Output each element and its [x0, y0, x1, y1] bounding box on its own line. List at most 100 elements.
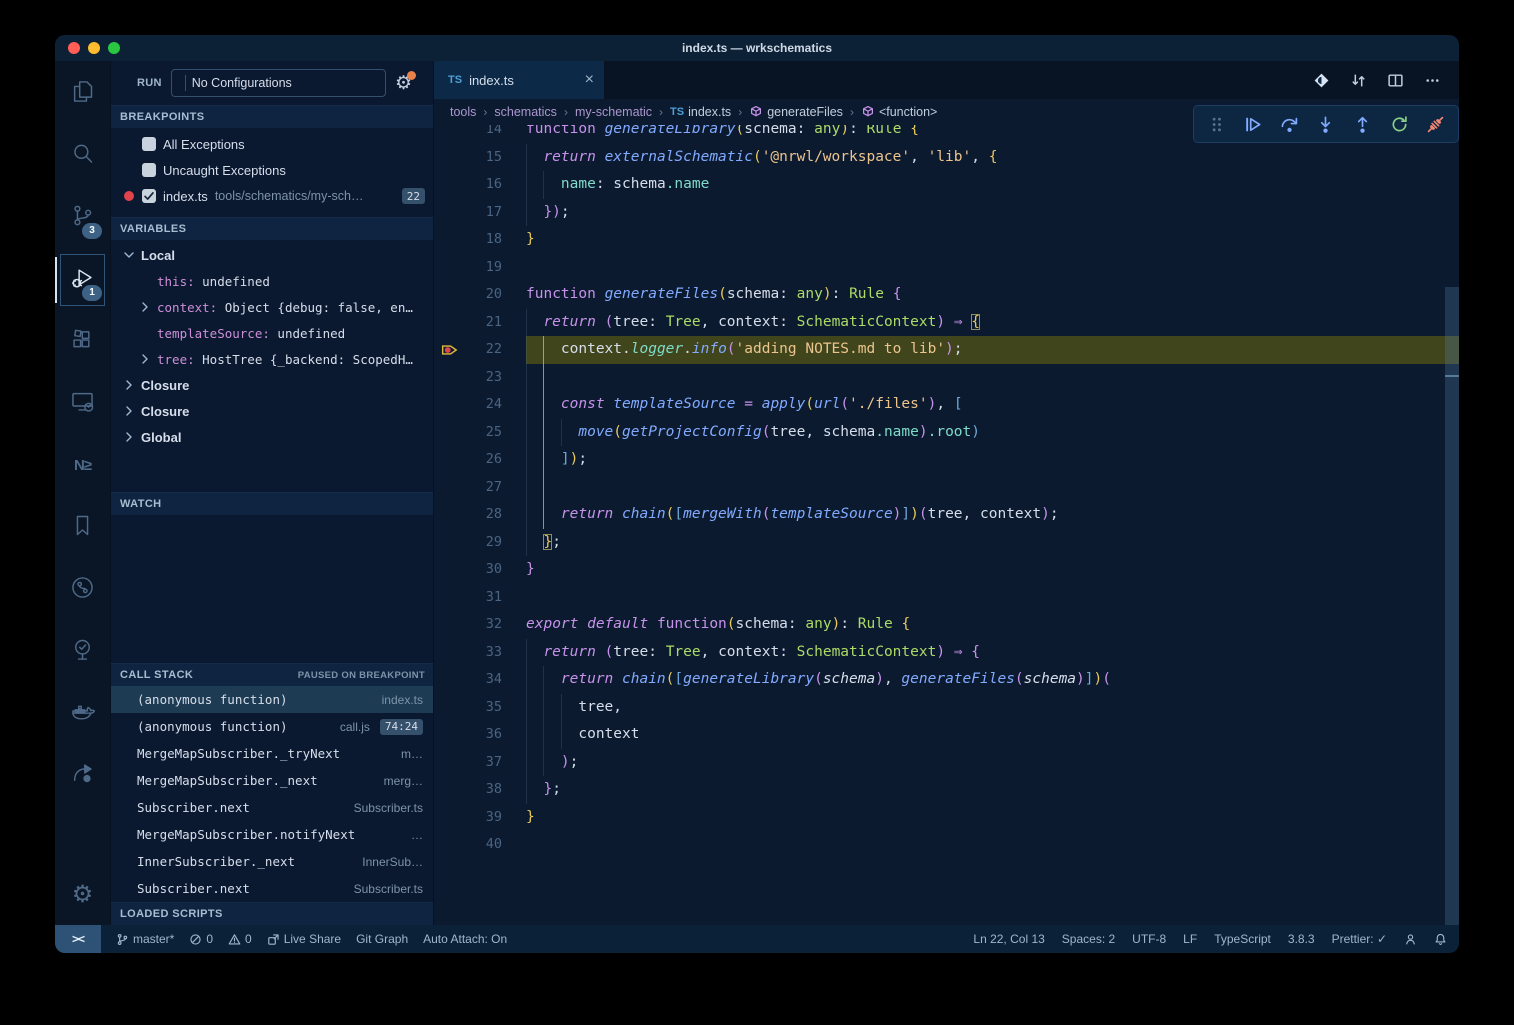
more-actions-icon[interactable] — [1424, 72, 1441, 89]
status-git-graph[interactable]: Git Graph — [356, 932, 408, 946]
disconnect-button[interactable] — [1426, 115, 1445, 134]
activity-project-manager[interactable] — [55, 745, 110, 807]
open-changes-icon[interactable] — [1313, 72, 1330, 89]
variable-row[interactable]: context: Object {debug: false, en… — [111, 294, 433, 320]
status-encoding[interactable]: UTF-8 — [1132, 932, 1166, 946]
breadcrumb-item[interactable]: my-schematic — [575, 105, 652, 119]
line-gutter[interactable]: 22 — [434, 336, 526, 364]
code-line[interactable]: 23 — [434, 364, 1459, 392]
code-line[interactable]: 35tree, — [434, 694, 1459, 722]
code-line[interactable]: 27 — [434, 474, 1459, 502]
activity-bookmarks[interactable] — [55, 497, 110, 559]
line-gutter[interactable]: 29 — [434, 529, 526, 557]
line-gutter[interactable]: 33 — [434, 639, 526, 667]
status-language[interactable]: TypeScript — [1214, 932, 1271, 946]
code-line[interactable]: 40 — [434, 831, 1459, 859]
breadcrumb-item[interactable]: generateFiles — [749, 105, 843, 119]
run-config-dropdown[interactable]: No Configurations — [171, 69, 386, 97]
line-gutter[interactable]: 23 — [434, 364, 526, 392]
breadcrumb-item[interactable]: tools — [450, 105, 476, 119]
loaded-scripts-header[interactable]: LOADED SCRIPTS — [111, 902, 433, 925]
status-auto-attach[interactable]: Auto Attach: On — [423, 932, 507, 946]
line-gutter[interactable]: 35 — [434, 694, 526, 722]
compare-changes-icon[interactable] — [1350, 72, 1367, 89]
line-gutter[interactable]: 27 — [434, 474, 526, 502]
code-line[interactable]: 26]); — [434, 446, 1459, 474]
close-window-button[interactable] — [68, 42, 80, 54]
line-gutter[interactable]: 20 — [434, 281, 526, 309]
status-notifications[interactable] — [1434, 933, 1447, 946]
step-into-button[interactable] — [1316, 115, 1335, 134]
activity-manage[interactable]: ⚙ — [55, 863, 110, 925]
activity-git-graph[interactable] — [55, 559, 110, 621]
line-gutter[interactable]: 17 — [434, 199, 526, 227]
call-stack-frame[interactable]: (anonymous function)call.js74:24 — [111, 713, 433, 740]
code-line[interactable]: 29}; — [434, 529, 1459, 557]
watch-header[interactable]: WATCH — [111, 492, 433, 515]
activity-explorer[interactable] — [55, 63, 110, 125]
line-gutter[interactable]: 38 — [434, 776, 526, 804]
close-tab-icon[interactable]: × — [585, 71, 594, 89]
status-feedback[interactable] — [1404, 933, 1417, 946]
activity-todo-tree[interactable] — [55, 621, 110, 683]
line-gutter[interactable]: 21 — [434, 309, 526, 337]
status-branch[interactable]: master* — [116, 932, 174, 946]
variable-row[interactable]: tree: HostTree {_backend: ScopedH… — [111, 346, 433, 372]
step-out-button[interactable] — [1353, 115, 1372, 134]
call-stack-frame[interactable]: MergeMapSubscriber._nextmerg… — [111, 767, 433, 794]
split-editor-icon[interactable] — [1387, 72, 1404, 89]
variable-row[interactable]: templateSource: undefined — [111, 320, 433, 346]
code-line[interactable]: 31 — [434, 584, 1459, 612]
code-line[interactable]: 17}); — [434, 199, 1459, 227]
status-warnings[interactable]: 0 — [228, 932, 252, 946]
code-line[interactable]: 28return chain([mergeWith(templateSource… — [434, 501, 1459, 529]
configure-gear-button[interactable]: ⚙ — [395, 74, 412, 93]
call-stack-frame[interactable]: Subscriber.nextSubscriber.ts — [111, 794, 433, 821]
call-stack-frame[interactable]: MergeMapSubscriber._tryNextm… — [111, 740, 433, 767]
activity-docker[interactable] — [55, 683, 110, 745]
code-line[interactable]: 36context — [434, 721, 1459, 749]
call-stack-frame[interactable]: MergeMapSubscriber.notifyNext… — [111, 821, 433, 848]
code-line[interactable]: 18} — [434, 226, 1459, 254]
line-gutter[interactable]: 26 — [434, 446, 526, 474]
breakpoint-checkbox[interactable] — [142, 163, 156, 177]
breadcrumb-item[interactable]: <function> — [861, 105, 937, 119]
call-stack-frame[interactable]: InnerSubscriber._nextInnerSub… — [111, 848, 433, 875]
variables-scope-row[interactable]: Closure — [111, 372, 433, 398]
variable-row[interactable]: this: undefined — [111, 268, 433, 294]
breadcrumb-item[interactable]: TSindex.ts — [670, 105, 731, 119]
line-gutter[interactable]: 30 — [434, 556, 526, 584]
variables-scope-row[interactable]: Closure — [111, 398, 433, 424]
code-line[interactable]: 32export default function(schema: any): … — [434, 611, 1459, 639]
line-gutter[interactable]: 25 — [434, 419, 526, 447]
code-line[interactable]: 38}; — [434, 776, 1459, 804]
step-over-button[interactable] — [1280, 115, 1299, 134]
line-gutter[interactable]: 36 — [434, 721, 526, 749]
line-gutter[interactable]: 37 — [434, 749, 526, 777]
code-line[interactable]: 19 — [434, 254, 1459, 282]
line-gutter[interactable]: 15 — [434, 144, 526, 172]
breadcrumb-item[interactable]: schematics — [494, 105, 557, 119]
status-prettier[interactable]: Prettier: ✓ — [1332, 932, 1387, 946]
code-line[interactable]: 34return chain([generateLibrary(schema),… — [434, 666, 1459, 694]
code-line[interactable]: 25move(getProjectConfig(tree, schema.nam… — [434, 419, 1459, 447]
restart-button[interactable] — [1390, 115, 1409, 134]
code-line[interactable]: 15return externalSchematic('@nrwl/worksp… — [434, 144, 1459, 172]
variables-scope-row[interactable]: Global — [111, 424, 433, 450]
debug-toolbar-drag-handle[interactable] — [1207, 115, 1226, 134]
call-stack-frame[interactable]: Subscriber.nextSubscriber.ts — [111, 875, 433, 902]
status-ts-version[interactable]: 3.8.3 — [1288, 932, 1315, 946]
activity-extensions[interactable] — [55, 311, 110, 373]
status-errors[interactable]: 0 — [189, 932, 213, 946]
breakpoint-row[interactable]: Uncaught Exceptions — [111, 157, 433, 183]
breakpoint-row[interactable]: All Exceptions — [111, 131, 433, 157]
line-gutter[interactable]: 16 — [434, 171, 526, 199]
line-gutter[interactable]: 28 — [434, 501, 526, 529]
status-indentation[interactable]: Spaces: 2 — [1062, 932, 1115, 946]
line-gutter[interactable]: 18 — [434, 226, 526, 254]
line-gutter[interactable]: 39 — [434, 804, 526, 832]
breakpoint-checkbox[interactable] — [142, 137, 156, 151]
activity-nx-console[interactable]: N≥ — [55, 435, 110, 497]
status-cursor-position[interactable]: Ln 22, Col 13 — [973, 932, 1044, 946]
code-line[interactable]: 22context.logger.info('adding NOTES.md t… — [434, 336, 1459, 364]
